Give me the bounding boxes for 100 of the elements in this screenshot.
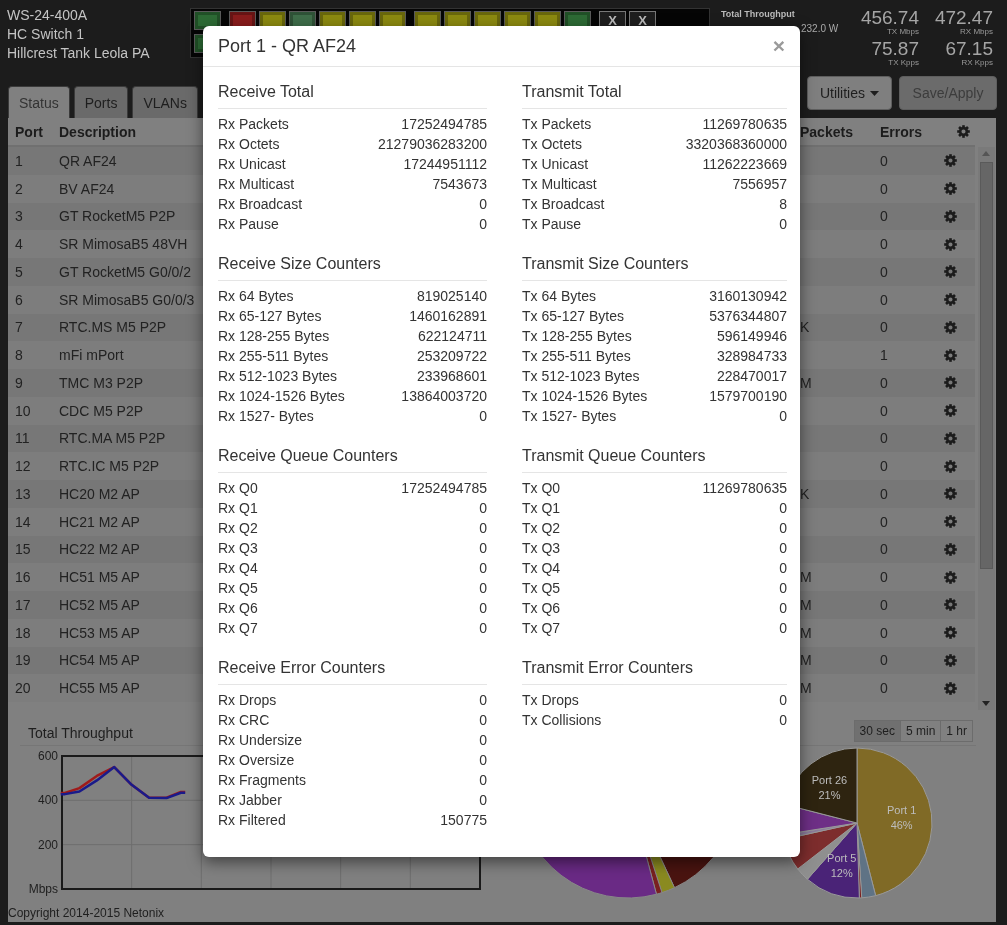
table-cell: 0 bbox=[880, 208, 888, 225]
counter-value: 253209722 bbox=[416, 347, 487, 366]
copyright-text: Copyright 2014-2015 Netonix bbox=[8, 905, 166, 920]
table-cell: 16 bbox=[15, 569, 31, 586]
table-cell: 1 bbox=[15, 152, 23, 169]
table-cell: HC20 M2 AP bbox=[59, 485, 140, 502]
table-cell: M bbox=[800, 652, 812, 669]
counter-label: Tx 1024-1526 Bytes bbox=[522, 387, 648, 406]
counter-value: 11262223669 bbox=[702, 155, 787, 174]
counter-label: Tx Packets bbox=[522, 115, 592, 134]
counter-value: 0 bbox=[479, 751, 487, 770]
counter-label: Rx Fragments bbox=[218, 771, 306, 790]
counter-value: 0 bbox=[779, 539, 787, 558]
table-cell: RTC.MA M5 P2P bbox=[59, 430, 166, 447]
counter-label: Rx Q1 bbox=[218, 499, 258, 518]
table-cell: 0 bbox=[880, 485, 888, 502]
counter-label: Rx Multicast bbox=[218, 175, 295, 194]
table-cell: 18 bbox=[15, 624, 31, 641]
counter-value: 0 bbox=[779, 215, 787, 234]
counter-value: 0 bbox=[479, 731, 487, 750]
counter-label: Rx Broadcast bbox=[218, 195, 303, 214]
stat-value: 67.15 bbox=[945, 39, 993, 58]
table-cell: CDC M5 P2P bbox=[59, 402, 144, 419]
section-heading: Transmit Queue Counters bbox=[522, 446, 787, 473]
counter-value: 21279036283200 bbox=[378, 135, 487, 154]
counter-value: 150775 bbox=[440, 811, 487, 830]
table-cell: 10 bbox=[15, 402, 31, 419]
counter-label: Rx Filtered bbox=[218, 811, 286, 830]
table-cell: 0 bbox=[880, 263, 888, 280]
stat-value: 75.87 bbox=[871, 39, 919, 58]
table-cell: 0 bbox=[880, 652, 888, 669]
counter-label: Rx Jabber bbox=[218, 791, 282, 810]
counter-value: 0 bbox=[779, 619, 787, 638]
table-cell: GT RocketM5 P2P bbox=[59, 208, 176, 225]
slice-percent: 21% bbox=[818, 789, 841, 802]
counter-value: 11269780635 bbox=[702, 115, 787, 134]
table-cell: 14 bbox=[15, 513, 31, 530]
counter-value: 13864003720 bbox=[401, 387, 487, 406]
slice-label: Port 1 bbox=[886, 804, 917, 817]
table-cell: 0 bbox=[880, 458, 888, 475]
stat-value: 472.47 bbox=[934, 8, 993, 27]
stat-unit: RX Mbps bbox=[960, 27, 993, 37]
counter-label: Rx 128-255 Bytes bbox=[218, 327, 330, 346]
counter-value: 7543673 bbox=[432, 175, 487, 194]
stat-unit: RX Kpps bbox=[961, 58, 993, 68]
device-info: Hillcrest Tank Leola PA bbox=[7, 44, 151, 63]
counter-label: Rx Unicast bbox=[218, 155, 286, 174]
column-header: Packets bbox=[800, 123, 853, 140]
table-cell: 8 bbox=[15, 347, 23, 364]
counter-label: Rx Oversize bbox=[218, 751, 295, 770]
table-cell: 1 bbox=[880, 347, 888, 364]
table-cell: 13 bbox=[15, 485, 31, 502]
counter-value: 0 bbox=[479, 499, 487, 518]
counter-value: 228470017 bbox=[716, 367, 787, 386]
table-cell: 12 bbox=[15, 458, 31, 475]
axis-label: 400 bbox=[37, 793, 58, 808]
table-cell: BV AF24 bbox=[59, 180, 115, 197]
table-cell: HC54 M5 AP bbox=[59, 652, 140, 669]
counter-label: Tx Q4 bbox=[522, 559, 561, 578]
counter-value: 0 bbox=[479, 771, 487, 790]
section-heading: Transmit Error Counters bbox=[522, 658, 787, 685]
counter-value: 0 bbox=[779, 499, 787, 518]
counter-label: Tx Q3 bbox=[522, 539, 561, 558]
counter-label: Tx 65-127 Bytes bbox=[522, 307, 624, 326]
table-cell: 0 bbox=[880, 569, 888, 586]
counter-value: 5376344807 bbox=[709, 307, 787, 326]
counter-value: 819025140 bbox=[416, 287, 487, 306]
table-cell: GT RocketM5 G0/0/2 bbox=[59, 263, 191, 280]
counter-value: 0 bbox=[779, 519, 787, 538]
counter-value: 622124711 bbox=[417, 327, 487, 346]
stat-unit: TX Kpps bbox=[888, 58, 919, 68]
table-cell: M bbox=[800, 680, 812, 697]
section-heading: Receive Queue Counters bbox=[218, 446, 487, 473]
table-cell: TMC M3 P2P bbox=[59, 374, 143, 391]
counter-value: 8 bbox=[779, 195, 787, 214]
counter-label: Rx Q6 bbox=[218, 599, 258, 618]
counter-label: Tx 1527- Bytes bbox=[522, 407, 617, 426]
counter-label: Rx CRC bbox=[218, 711, 270, 730]
table-cell: 0 bbox=[880, 513, 888, 530]
slice-percent: 12% bbox=[830, 867, 853, 880]
counter-label: Tx Multicast bbox=[522, 175, 597, 194]
counter-label: Tx Drops bbox=[522, 691, 579, 710]
counter-label: Tx Q7 bbox=[522, 619, 561, 638]
counter-value: 17244951112 bbox=[403, 155, 487, 174]
column-header: Port bbox=[15, 123, 43, 140]
table-cell: M bbox=[800, 569, 812, 586]
table-cell: 9 bbox=[15, 374, 23, 391]
table-cell: 0 bbox=[880, 319, 888, 336]
table-cell: 0 bbox=[880, 374, 888, 391]
section-heading: Transmit Total bbox=[522, 82, 787, 109]
table-cell: 20 bbox=[15, 680, 31, 697]
table-cell: 3 bbox=[15, 208, 23, 225]
counter-label: Tx Q5 bbox=[522, 579, 561, 598]
stat-value: 456.74 bbox=[860, 8, 919, 27]
counter-value: 0 bbox=[779, 711, 787, 730]
table-cell: K bbox=[800, 319, 810, 336]
slice-label: Port 5 bbox=[827, 852, 857, 865]
counter-label: Rx 512-1023 Bytes bbox=[218, 367, 338, 386]
device-info: WS-24-400A bbox=[7, 6, 89, 25]
table-cell: QR AF24 bbox=[59, 152, 117, 169]
